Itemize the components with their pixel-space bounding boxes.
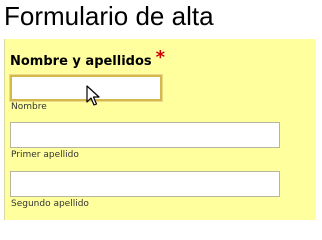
- primer-apellido-input[interactable]: [10, 122, 280, 148]
- segundo-apellido-input[interactable]: [10, 171, 280, 197]
- legend-label: Nombre y apellidos: [10, 54, 152, 69]
- segundo-apellido-caption: Segundo apellido: [11, 199, 89, 209]
- primer-apellido-caption: Primer apellido: [11, 150, 79, 160]
- name-fieldset-legend: Nombre y apellidos *: [10, 47, 166, 70]
- page-title: Formulario de alta: [4, 1, 214, 31]
- form-panel: Nombre y apellidos * Nombre Primer apelli…: [4, 39, 316, 220]
- nombre-input[interactable]: [10, 75, 162, 101]
- nombre-caption: Nombre: [11, 102, 47, 112]
- required-mark: *: [155, 47, 166, 68]
